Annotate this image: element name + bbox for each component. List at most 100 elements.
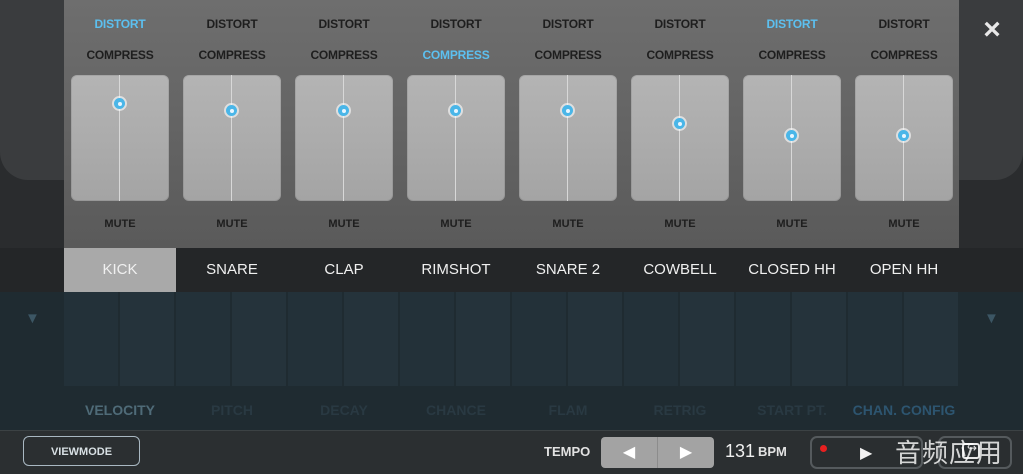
sequencer-step	[232, 292, 286, 386]
play-icon: ▶	[860, 445, 873, 462]
compress-button[interactable]: COMPRESS	[736, 48, 848, 62]
sequencer-step	[344, 292, 398, 386]
mixer-channel: DISTORT COMPRESS MUTE	[624, 0, 736, 248]
sequencer-step	[792, 292, 846, 386]
sequencer-step	[288, 292, 342, 386]
pad-center-line	[119, 75, 120, 201]
step-sequencer: ▼ ▼ VELOCITY PITCH DECAY CHANCE FLAM RETRIG ST…	[0, 292, 1023, 430]
scroll-right-icon[interactable]: ▼	[984, 310, 999, 327]
distort-button[interactable]: DISTORT	[400, 17, 512, 31]
distort-button[interactable]: DISTORT	[176, 17, 288, 31]
instrument-tab[interactable]: CLAP	[288, 248, 400, 292]
sequencer-step	[904, 292, 958, 386]
level-pad[interactable]	[855, 75, 953, 201]
tempo-decrease-button[interactable]: ◀	[601, 437, 657, 468]
level-pad[interactable]	[519, 75, 617, 201]
pad-center-line	[343, 75, 344, 201]
mute-button[interactable]: MUTE	[400, 218, 512, 230]
distort-button[interactable]: DISTORT	[624, 17, 736, 31]
level-handle[interactable]	[450, 105, 461, 116]
level-handle[interactable]	[898, 130, 909, 141]
compress-button[interactable]: COMPRESS	[848, 48, 960, 62]
channel-mixer-panel: DISTORT COMPRESS MUTE DISTORT COMPRESS MUTE DI…	[64, 0, 959, 248]
mixer-channel: DISTORT COMPRESS MUTE	[848, 0, 960, 248]
param-tab[interactable]: VELOCITY	[64, 402, 176, 418]
param-tab[interactable]: FLAM	[512, 402, 624, 418]
param-tab[interactable]: DECAY	[288, 402, 400, 418]
instrument-tabs: KICK SNARE CLAP RIMSHOT SNARE 2 COWBELL CLOSED…	[0, 248, 1023, 292]
transport-bar: VIEWMODE TEMPO ◀ ▶ 131 BPM ▶ 音频应用	[0, 430, 1023, 474]
distort-button[interactable]: DISTORT	[736, 17, 848, 31]
level-pad[interactable]	[743, 75, 841, 201]
level-handle[interactable]	[338, 105, 349, 116]
level-pad[interactable]	[407, 75, 505, 201]
mixer-channel: DISTORT COMPRESS MUTE	[400, 0, 512, 248]
bpm-value: 131	[725, 441, 756, 461]
compress-button[interactable]: COMPRESS	[512, 48, 624, 62]
compress-button[interactable]: COMPRESS	[176, 48, 288, 62]
param-tab[interactable]: RETRIG	[624, 402, 736, 418]
level-pad[interactable]	[631, 75, 729, 201]
viewmode-button[interactable]: VIEWMODE	[23, 436, 140, 466]
level-handle[interactable]	[114, 98, 125, 109]
level-pad[interactable]	[183, 75, 281, 201]
close-icon[interactable]: ×	[978, 15, 1006, 45]
mute-button[interactable]: MUTE	[64, 218, 176, 230]
sequencer-step	[400, 292, 454, 386]
mixer-channel: DISTORT COMPRESS MUTE	[176, 0, 288, 248]
level-handle[interactable]	[786, 130, 797, 141]
sequencer-step	[512, 292, 566, 386]
pad-center-line	[679, 75, 680, 201]
background-panel-left	[0, 0, 64, 180]
instrument-tab[interactable]: RIMSHOT	[400, 248, 512, 292]
tempo-control: ◀ ▶	[601, 437, 714, 468]
mute-button[interactable]: MUTE	[624, 218, 736, 230]
pad-center-line	[567, 75, 568, 201]
tempo-label: TEMPO	[544, 444, 591, 459]
record-indicator-icon	[820, 445, 827, 452]
mixer-channel: DISTORT COMPRESS MUTE	[512, 0, 624, 248]
distort-button[interactable]: DISTORT	[288, 17, 400, 31]
pad-center-line	[231, 75, 232, 201]
distort-button[interactable]: DISTORT	[64, 17, 176, 31]
instrument-tab[interactable]: COWBELL	[624, 248, 736, 292]
level-handle[interactable]	[562, 105, 573, 116]
sequencer-step	[848, 292, 902, 386]
param-tab[interactable]: PITCH	[176, 402, 288, 418]
param-tab[interactable]: CHANCE	[400, 402, 512, 418]
sequencer-step	[64, 292, 118, 386]
sequencer-step	[624, 292, 678, 386]
instrument-tab[interactable]: SNARE	[176, 248, 288, 292]
instrument-tab[interactable]: OPEN HH	[848, 248, 960, 292]
sequencer-step	[176, 292, 230, 386]
mixer-channel: DISTORT COMPRESS MUTE	[64, 0, 176, 248]
param-tab[interactable]: CHAN. CONFIG	[848, 402, 960, 418]
sequencer-step	[736, 292, 790, 386]
sequencer-step	[568, 292, 622, 386]
level-handle[interactable]	[226, 105, 237, 116]
level-pad[interactable]	[71, 75, 169, 201]
sequencer-step	[456, 292, 510, 386]
compress-button[interactable]: COMPRESS	[288, 48, 400, 62]
distort-button[interactable]: DISTORT	[512, 17, 624, 31]
instrument-tab[interactable]: CLOSED HH	[736, 248, 848, 292]
level-handle[interactable]	[674, 118, 685, 129]
tempo-increase-button[interactable]: ▶	[658, 437, 714, 468]
compress-button[interactable]: COMPRESS	[64, 48, 176, 62]
mixer-channel: DISTORT COMPRESS MUTE	[288, 0, 400, 248]
compress-button[interactable]: COMPRESS	[400, 48, 512, 62]
mute-button[interactable]: MUTE	[176, 218, 288, 230]
instrument-tab[interactable]: SNARE 2	[512, 248, 624, 292]
instrument-tab[interactable]: KICK	[64, 248, 176, 292]
level-pad[interactable]	[295, 75, 393, 201]
compress-button[interactable]: COMPRESS	[624, 48, 736, 62]
mixer-channel: DISTORT COMPRESS MUTE	[736, 0, 848, 248]
param-tab[interactable]: START PT.	[736, 402, 848, 418]
distort-button[interactable]: DISTORT	[848, 17, 960, 31]
bpm-unit: BPM	[758, 444, 787, 459]
mute-button[interactable]: MUTE	[848, 218, 960, 230]
mute-button[interactable]: MUTE	[736, 218, 848, 230]
scroll-left-icon[interactable]: ▼	[25, 310, 40, 327]
mute-button[interactable]: MUTE	[512, 218, 624, 230]
mute-button[interactable]: MUTE	[288, 218, 400, 230]
